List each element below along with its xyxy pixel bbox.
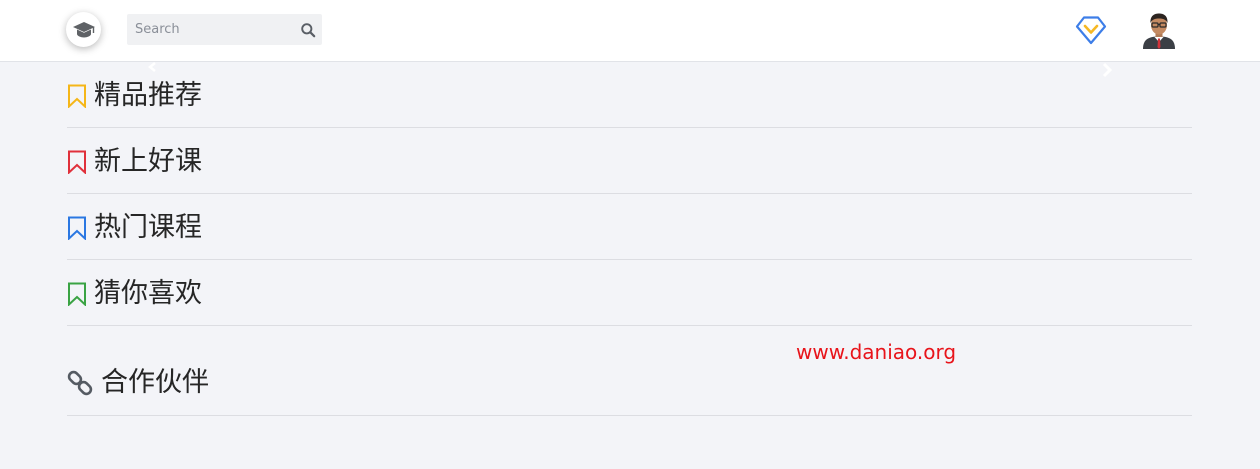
section-title: 猜你喜欢: [94, 278, 202, 309]
section-title: 新上好课: [94, 146, 202, 177]
graduation-cap-icon: [72, 21, 95, 37]
site-logo[interactable]: [66, 12, 101, 47]
top-header: [0, 0, 1260, 62]
section-featured: 精品推荐: [67, 62, 1192, 128]
section-title: 合作伙伴: [101, 367, 209, 398]
search-icon[interactable]: [300, 22, 316, 38]
watermark-text: www.daniao.org: [796, 340, 957, 364]
bookmark-icon: [68, 150, 86, 174]
link-icon: [67, 370, 93, 396]
user-avatar-icon[interactable]: [1140, 11, 1178, 49]
bookmark-icon: [68, 84, 86, 108]
search-input[interactable]: [127, 14, 292, 45]
section-new-courses: 新上好课: [67, 128, 1192, 194]
section-popular-courses: 热门课程: [67, 194, 1192, 260]
section-recommended: 猜你喜欢: [67, 260, 1192, 326]
search-box: [127, 14, 322, 45]
diamond-icon[interactable]: [1075, 14, 1107, 46]
section-title: 热门课程: [94, 212, 202, 243]
section-title: 精品推荐: [94, 80, 202, 111]
section-partners: 合作伙伴: [67, 326, 1192, 416]
bookmark-icon: [68, 282, 86, 306]
bookmark-icon: [68, 216, 86, 240]
